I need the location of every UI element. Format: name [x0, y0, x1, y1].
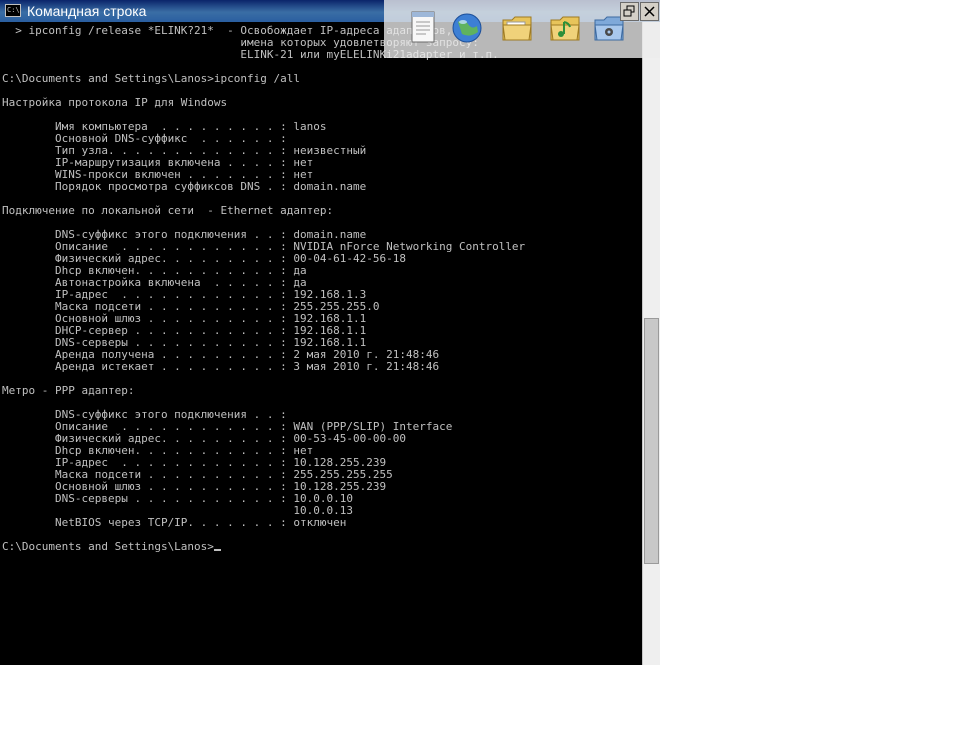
console-output[interactable]: > ipconfig /release *ELINK?21* - Освобож… — [2, 25, 642, 660]
globe-icon[interactable] — [450, 8, 484, 48]
console-line: C:\Documents and Settings\Lanos>ipconfig… — [2, 72, 301, 85]
vertical-scrollbar[interactable] — [642, 22, 660, 665]
scrollbar-thumb[interactable] — [644, 318, 659, 564]
command-prompt-window: C:\ Командная строка > ipconfig /release… — [0, 0, 660, 665]
console-line: Подключение по локальной сети - Ethernet… — [2, 204, 334, 217]
console-line: NetBIOS через TCP/IP. . . . . . . : откл… — [2, 516, 347, 529]
console-line: Аренда истекает . . . . . . . . . : 3 ма… — [2, 360, 440, 373]
close-button[interactable] — [640, 2, 659, 21]
console-line: Метро - PPP адаптер: — [2, 384, 135, 397]
console-line: Порядок просмотра суффиксов DNS . : doma… — [2, 180, 367, 193]
console-line: Настройка протокола IP для Windows — [2, 96, 228, 109]
restore-icon — [623, 5, 635, 17]
desktop-icons-overlay — [384, 0, 660, 58]
folder-icon[interactable] — [500, 8, 534, 48]
console-line: C:\Documents and Settings\Lanos> — [2, 541, 642, 553]
close-icon — [644, 6, 655, 17]
restore-button[interactable] — [620, 2, 639, 21]
cmd-app-icon[interactable]: C:\ — [5, 4, 21, 17]
music-folder-icon[interactable] — [548, 8, 582, 48]
text-cursor — [213, 549, 221, 551]
notepad-icon[interactable] — [406, 8, 440, 48]
window-title: Командная строка — [27, 3, 147, 19]
